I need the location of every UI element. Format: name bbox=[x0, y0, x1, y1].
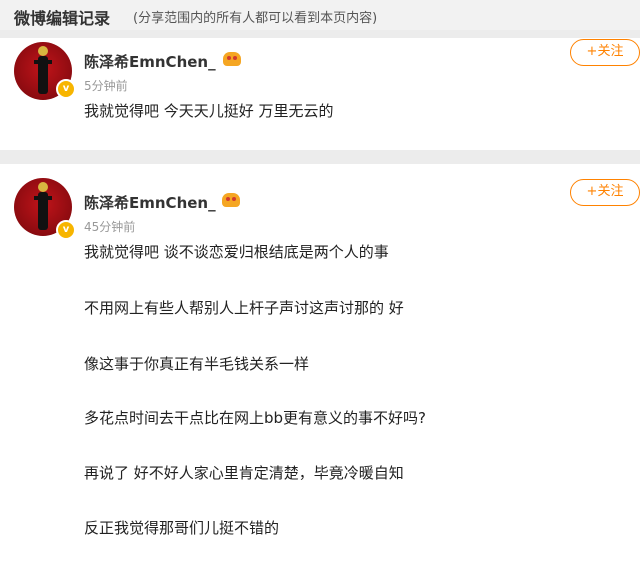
post-text-line: 再说了 好不好人家心里肯定清楚，毕竟冷暖自知 bbox=[84, 464, 404, 482]
page-subtitle: (分享范围内的所有人都可以看到本页内容) bbox=[133, 11, 378, 26]
page-header: 微博编辑记录 (分享范围内的所有人都可以看到本页内容) bbox=[0, 0, 640, 30]
follow-button[interactable]: +关注 bbox=[570, 179, 640, 206]
avatar-figure-head bbox=[38, 182, 48, 192]
post-text-line: 不用网上有些人帮别人上杆子声讨这声讨那的 好 bbox=[84, 299, 404, 317]
verified-icon: v bbox=[56, 220, 76, 240]
post-text-line: 像这事于你真正有半毛钱关系一样 bbox=[84, 355, 310, 373]
timestamp[interactable]: 5分钟前 bbox=[84, 77, 128, 94]
post-card: v 陈泽希EmnChen_ 45分钟前 +关注 我就觉得吧 谈不谈恋爱归根结底是… bbox=[0, 164, 640, 563]
post-text-line: 我就觉得吧 今天天儿挺好 万里无云的 bbox=[84, 102, 334, 120]
post-text-line: 我就觉得吧 谈不谈恋爱归根结底是两个人的事 bbox=[84, 243, 389, 261]
username[interactable]: 陈泽希EmnChen_ bbox=[84, 192, 216, 213]
avatar-figure-body bbox=[38, 192, 48, 230]
post-text-line: 多花点时间去干点比在网上bb更有意义的事不好吗? bbox=[84, 409, 427, 427]
verified-icon: v bbox=[56, 79, 76, 99]
vip-badge-icon[interactable] bbox=[223, 52, 241, 66]
username[interactable]: 陈泽希EmnChen_ bbox=[84, 51, 216, 72]
post-card: v 陈泽希EmnChen_ 5分钟前 +关注 我就觉得吧 今天天儿挺好 万里无云… bbox=[0, 38, 640, 150]
vip-badge-icon[interactable] bbox=[222, 193, 240, 207]
follow-button[interactable]: +关注 bbox=[570, 39, 640, 66]
page-title: 微博编辑记录 bbox=[14, 9, 111, 28]
avatar-figure-head bbox=[38, 46, 48, 56]
timestamp[interactable]: 45分钟前 bbox=[84, 218, 135, 235]
avatar-figure-body bbox=[38, 56, 48, 94]
post-text-line: 反正我觉得那哥们儿挺不错的 bbox=[84, 519, 280, 537]
